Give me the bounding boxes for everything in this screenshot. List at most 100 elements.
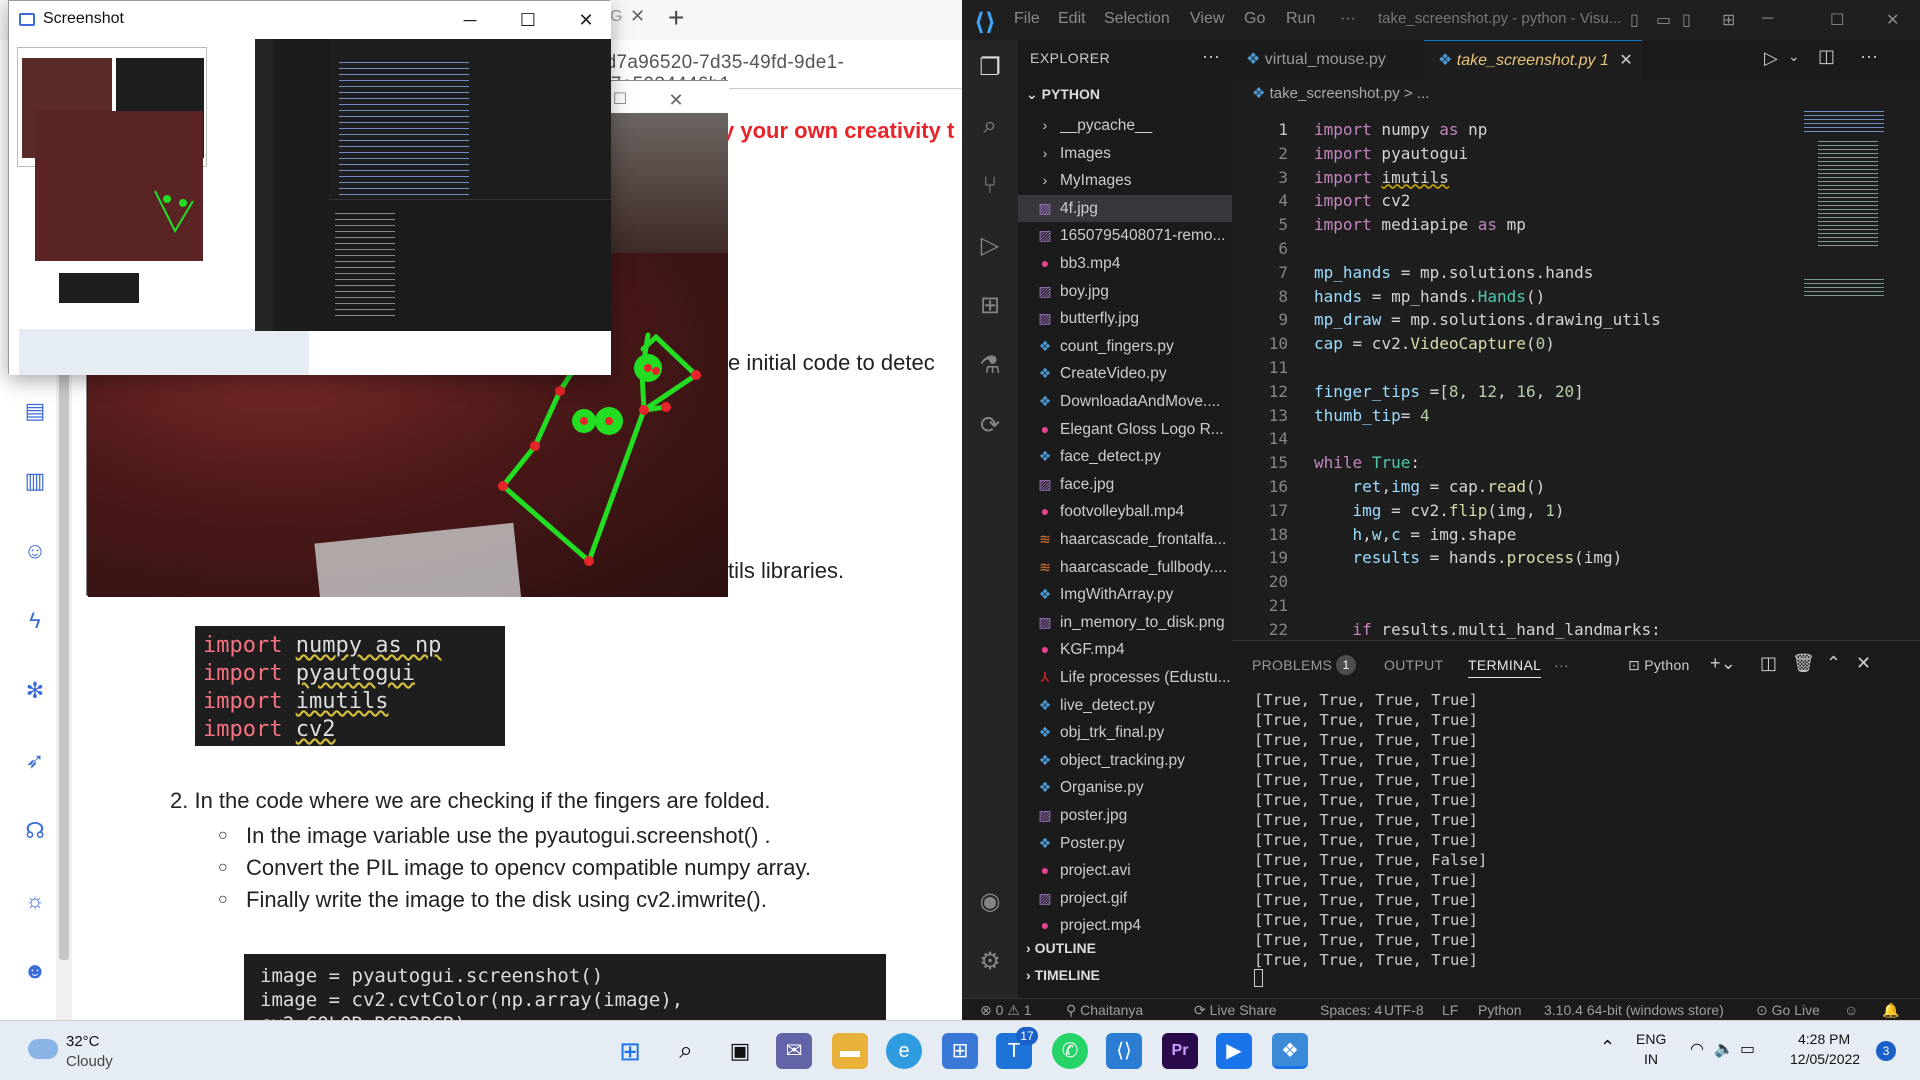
file-item[interactable]: ❖ face_detect.py bbox=[1036, 443, 1232, 470]
volume-icon[interactable]: 🔈 bbox=[1714, 1039, 1734, 1059]
file-item[interactable]: ● project.avi bbox=[1036, 857, 1232, 884]
file-item[interactable]: › Images bbox=[1036, 140, 1232, 167]
tab-close-icon[interactable]: ✕ bbox=[1619, 52, 1632, 69]
minimap[interactable] bbox=[1800, 104, 1910, 634]
live-share-icon[interactable]: ⟳ bbox=[976, 412, 1004, 440]
live-share-status[interactable]: ⟳ Live Share bbox=[1194, 1002, 1277, 1019]
profile-icon[interactable]: ☻ bbox=[22, 958, 48, 984]
explorer-more-icon[interactable]: ··· bbox=[1202, 46, 1220, 67]
run-icon[interactable]: ▷ bbox=[1764, 48, 1778, 69]
notification-center-badge[interactable]: 3 bbox=[1876, 1041, 1896, 1061]
minimize-icon[interactable]: ─ bbox=[1762, 10, 1773, 28]
close-icon[interactable]: ✕ bbox=[1886, 10, 1899, 30]
close-icon[interactable]: ✕ bbox=[653, 85, 699, 115]
menu-more[interactable]: ··· bbox=[1340, 10, 1356, 28]
file-item[interactable]: ❖ CreateVideo.py bbox=[1036, 360, 1232, 387]
cloud-icon[interactable] bbox=[28, 1039, 58, 1059]
language-indicator-bottom[interactable]: IN bbox=[1644, 1051, 1658, 1067]
tab-problems[interactable]: PROBLEMS bbox=[1252, 657, 1332, 673]
testing-icon[interactable]: ⚗ bbox=[976, 352, 1004, 380]
notes-icon[interactable]: ▤ bbox=[22, 398, 48, 424]
run-debug-icon[interactable]: ▷ bbox=[976, 232, 1004, 260]
lightning-icon[interactable]: ϟ bbox=[22, 608, 48, 634]
clock-time[interactable]: 4:28 PM bbox=[1798, 1031, 1850, 1047]
whatsapp-icon[interactable]: ✆ bbox=[1052, 1033, 1088, 1069]
new-terminal-icon[interactable]: +⌄ bbox=[1710, 653, 1736, 674]
file-item[interactable]: ▨ 4f.jpg bbox=[1018, 194, 1232, 222]
python-interpreter[interactable]: 3.10.4 64-bit (windows store) bbox=[1544, 1002, 1724, 1018]
file-item[interactable]: ● footvolleyball.mp4 bbox=[1036, 498, 1232, 525]
tab-terminal[interactable]: TERMINAL bbox=[1468, 657, 1542, 678]
close-icon[interactable]: ✕ bbox=[563, 5, 609, 35]
tab-close-icon[interactable]: ✕ bbox=[630, 6, 645, 27]
trash-icon[interactable]: 🗑 bbox=[1792, 653, 1815, 674]
file-item[interactable]: ❖ DownloadaAndMove.... bbox=[1036, 388, 1232, 415]
feedback-icon[interactable]: ☺ bbox=[1844, 1002, 1858, 1018]
toggle-panel-icon[interactable]: ▭ bbox=[1656, 10, 1671, 30]
timeline-section[interactable]: › TIMELINE bbox=[1026, 967, 1100, 983]
layout-icon[interactable]: ⊞ bbox=[1722, 10, 1735, 30]
file-item[interactable]: ▨ 1650795408071-remo... bbox=[1036, 222, 1232, 249]
toggle-secondary-icon[interactable]: ▯ bbox=[1682, 10, 1691, 30]
premiere-icon[interactable]: Pr bbox=[1162, 1033, 1198, 1069]
wifi-icon[interactable]: ◠ bbox=[1690, 1039, 1704, 1059]
tab-take-screenshot[interactable]: ❖ take_screenshot.py 1 ✕ bbox=[1424, 40, 1642, 80]
document-icon[interactable]: ▥ bbox=[22, 468, 48, 494]
minimize-icon[interactable]: ─ bbox=[447, 5, 493, 35]
file-item[interactable]: ● project.mp4 bbox=[1036, 912, 1232, 939]
file-item[interactable]: ❖ count_fingers.py bbox=[1036, 333, 1232, 360]
file-item[interactable]: ❖ obj_trk_final.py bbox=[1036, 719, 1232, 746]
file-item[interactable]: ● bb3.mp4 bbox=[1036, 250, 1232, 277]
clock-date[interactable]: 12/05/2022 bbox=[1790, 1051, 1860, 1067]
scrollbar-thumb[interactable] bbox=[59, 360, 69, 960]
file-item[interactable]: ▨ face.jpg bbox=[1036, 471, 1232, 498]
media-player-icon[interactable]: ▶ bbox=[1216, 1033, 1252, 1069]
file-item[interactable]: ❖ Organise.py bbox=[1036, 774, 1232, 801]
file-item[interactable]: ≋ haarcascade_frontalfa... bbox=[1036, 526, 1232, 553]
menu-view[interactable]: View bbox=[1190, 10, 1224, 28]
start-icon[interactable]: ⊞ bbox=[612, 1033, 648, 1069]
accounts-icon[interactable]: ◉ bbox=[976, 888, 1004, 916]
errors-warnings[interactable]: ⊗ 0 ⚠ 1 bbox=[980, 1002, 1032, 1019]
maximize-icon[interactable]: ☐ bbox=[1830, 10, 1844, 30]
battery-icon[interactable]: ▭ bbox=[1740, 1039, 1755, 1059]
close-panel-icon[interactable]: ✕ bbox=[1856, 653, 1871, 674]
maximize-icon[interactable]: ☐ bbox=[505, 5, 551, 35]
toggle-sidebar-icon[interactable]: ▯ bbox=[1630, 10, 1639, 30]
file-item[interactable]: ≋ haarcascade_fullbody.... bbox=[1036, 554, 1232, 581]
indentation[interactable]: Spaces: 4 bbox=[1320, 1002, 1382, 1018]
file-item[interactable]: ▨ butterfly.jpg bbox=[1036, 305, 1232, 332]
file-item[interactable]: ▨ in_memory_to_disk.png bbox=[1036, 609, 1232, 636]
snowflake-icon[interactable]: ✻ bbox=[22, 678, 48, 704]
tab-more[interactable]: ··· bbox=[1554, 657, 1569, 673]
extensions-icon[interactable]: ⊞ bbox=[976, 292, 1004, 320]
tab-virtual-mouse[interactable]: ❖ virtual_mouse.py bbox=[1232, 40, 1424, 80]
file-item[interactable]: ❖ ImgWithArray.py bbox=[1036, 581, 1232, 608]
menu-run[interactable]: Run bbox=[1286, 10, 1315, 28]
file-item[interactable]: ● KGF.mp4 bbox=[1036, 636, 1232, 663]
language-mode[interactable]: Python bbox=[1478, 1002, 1522, 1018]
brightness-icon[interactable]: ☼ bbox=[22, 888, 48, 914]
file-item[interactable]: ❖ object_tracking.py bbox=[1036, 747, 1232, 774]
source-control-icon[interactable]: ⑂ bbox=[976, 172, 1004, 200]
search-icon[interactable]: ⌕ bbox=[668, 1033, 704, 1069]
settings-gear-icon[interactable]: ⚙ bbox=[976, 948, 1004, 976]
split-terminal-icon[interactable]: ◫ bbox=[1760, 653, 1777, 674]
tab-output[interactable]: OUTPUT bbox=[1384, 657, 1443, 673]
encoding[interactable]: UTF-8 bbox=[1384, 1002, 1424, 1018]
file-item[interactable]: ▨ poster.jpg bbox=[1036, 802, 1232, 829]
language-indicator-top[interactable]: ENG bbox=[1636, 1031, 1666, 1047]
store-icon[interactable]: ⊞ bbox=[942, 1033, 978, 1069]
address-bar-fragment[interactable]: /d7a96520-7d35-49fd-9de1-57e5934446b1 bbox=[600, 44, 962, 95]
file-item[interactable]: ❖ Poster.py bbox=[1036, 830, 1232, 857]
file-explorer-icon[interactable]: ▬ bbox=[832, 1033, 868, 1069]
file-item[interactable]: › __pycache__ bbox=[1036, 112, 1232, 139]
menu-go[interactable]: Go bbox=[1244, 10, 1265, 28]
chevron-up-icon[interactable]: ⌃ bbox=[1600, 1037, 1615, 1058]
headset-icon[interactable]: ☊ bbox=[22, 818, 48, 844]
vscode-icon[interactable]: ⟨⟩ bbox=[1106, 1033, 1142, 1069]
account-status[interactable]: ⚲ Chaitanya bbox=[1066, 1002, 1143, 1019]
outline-section[interactable]: › OUTLINE bbox=[1026, 940, 1096, 956]
notifications-icon[interactable]: 🔔 bbox=[1882, 1002, 1899, 1019]
file-item[interactable]: ● Elegant Gloss Logo R... bbox=[1036, 416, 1232, 443]
